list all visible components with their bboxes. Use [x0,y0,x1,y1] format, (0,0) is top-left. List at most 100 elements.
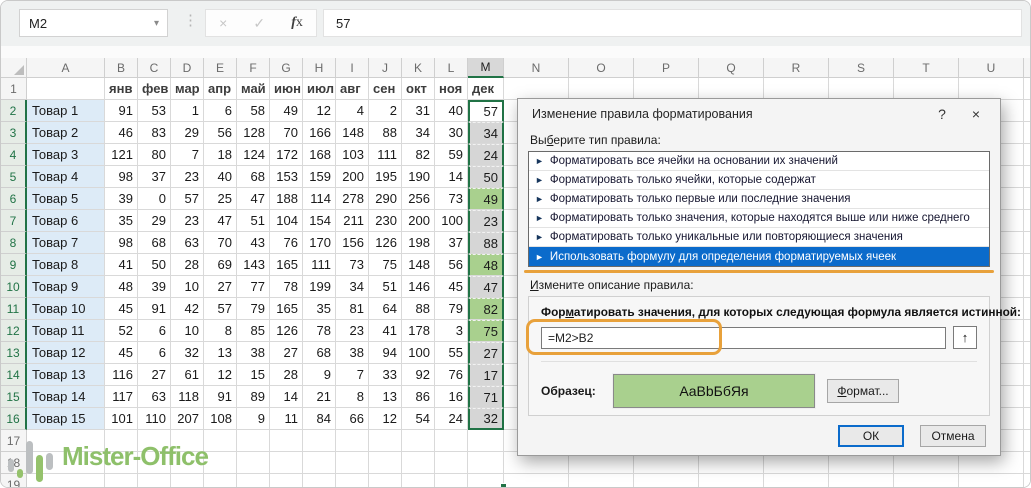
cell-Q1[interactable] [699,78,764,100]
cell-J17[interactable] [369,430,402,452]
cell-M8[interactable]: 88 [468,232,504,254]
cell-E2[interactable]: 6 [204,100,237,122]
cell-C1[interactable]: фев [138,78,171,100]
cell-M11[interactable]: 82 [468,298,504,320]
cell-D13[interactable]: 32 [171,342,204,364]
cell-I17[interactable] [336,430,369,452]
column-header-M[interactable]: M [468,58,504,78]
cell-K12[interactable]: 178 [402,320,435,342]
cell-F11[interactable]: 79 [237,298,270,320]
cell-J7[interactable]: 230 [369,210,402,232]
cell-G19[interactable] [270,474,303,488]
cell-J10[interactable]: 51 [369,276,402,298]
cell-G7[interactable]: 104 [270,210,303,232]
cell-J8[interactable]: 126 [369,232,402,254]
cell-J12[interactable]: 41 [369,320,402,342]
cell-F4[interactable]: 124 [237,144,270,166]
cell-B1[interactable]: янв [105,78,138,100]
column-header-U[interactable]: U [959,58,1024,78]
rule-type-item[interactable]: ►Форматировать только ячейки, которые со… [529,171,989,190]
cell-L8[interactable]: 37 [435,232,468,254]
cell-A15[interactable]: Товар 14 [27,386,105,408]
cell-H18[interactable] [303,452,336,474]
cell-G4[interactable]: 172 [270,144,303,166]
cell-I11[interactable]: 81 [336,298,369,320]
cell-M16[interactable]: 32 [468,408,504,430]
row-header-6[interactable]: 6 [1,188,27,210]
cell-T1[interactable] [894,78,959,100]
cell-B7[interactable]: 35 [105,210,138,232]
cell-O19[interactable] [569,474,634,488]
help-icon[interactable]: ? [928,106,956,122]
cell-F14[interactable]: 15 [237,364,270,386]
cell-B3[interactable]: 46 [105,122,138,144]
cell-G18[interactable] [270,452,303,474]
cell-D10[interactable]: 10 [171,276,204,298]
cell-G1[interactable]: июн [270,78,303,100]
cell-G3[interactable]: 70 [270,122,303,144]
cell-K1[interactable]: окт [402,78,435,100]
cell-H3[interactable]: 166 [303,122,336,144]
name-box-dropdown-icon[interactable]: ▾ [154,18,167,29]
cell-K17[interactable] [402,430,435,452]
column-header-I[interactable]: I [336,58,369,78]
cell-D7[interactable]: 23 [171,210,204,232]
cell-F2[interactable]: 58 [237,100,270,122]
name-box[interactable]: M2 ▾ [19,9,168,37]
column-header-R[interactable]: R [764,58,829,78]
cell-B2[interactable]: 91 [105,100,138,122]
cell-M13[interactable]: 27 [468,342,504,364]
cell-C14[interactable]: 27 [138,364,171,386]
cell-K7[interactable]: 200 [402,210,435,232]
cell-H12[interactable]: 78 [303,320,336,342]
cell-N1[interactable] [504,78,569,100]
cell-D16[interactable]: 207 [171,408,204,430]
cell-L16[interactable]: 24 [435,408,468,430]
cell-C5[interactable]: 37 [138,166,171,188]
row-header-16[interactable]: 16 [1,408,27,430]
cell-L14[interactable]: 76 [435,364,468,386]
cell-B9[interactable]: 41 [105,254,138,276]
cell-D11[interactable]: 42 [171,298,204,320]
cell-F6[interactable]: 47 [237,188,270,210]
cell-I10[interactable]: 34 [336,276,369,298]
cell-E14[interactable]: 12 [204,364,237,386]
cell-K11[interactable]: 88 [402,298,435,320]
cell-C16[interactable]: 110 [138,408,171,430]
cell-M7[interactable]: 23 [468,210,504,232]
cell-L15[interactable]: 16 [435,386,468,408]
cell-G17[interactable] [270,430,303,452]
cell-J3[interactable]: 88 [369,122,402,144]
cell-R1[interactable] [764,78,829,100]
cell-F7[interactable]: 51 [237,210,270,232]
cell-C13[interactable]: 6 [138,342,171,364]
cell-G11[interactable]: 165 [270,298,303,320]
column-header-L[interactable]: L [435,58,468,78]
cell-L1[interactable]: ноя [435,78,468,100]
cell-K4[interactable]: 82 [402,144,435,166]
cell-C8[interactable]: 68 [138,232,171,254]
cell-H11[interactable]: 35 [303,298,336,320]
cancel-button[interactable]: Отмена [920,425,986,447]
cell-H2[interactable]: 12 [303,100,336,122]
column-header-C[interactable]: C [138,58,171,78]
cell-J15[interactable]: 13 [369,386,402,408]
cell-F18[interactable] [237,452,270,474]
cell-Q19[interactable] [699,474,764,488]
cell-L9[interactable]: 56 [435,254,468,276]
cell-E9[interactable]: 69 [204,254,237,276]
rule-type-item[interactable]: ►Форматировать все ячейки на основании и… [529,152,989,171]
cell-H17[interactable] [303,430,336,452]
cancel-entry-icon[interactable]: × [219,15,227,31]
cell-J11[interactable]: 64 [369,298,402,320]
cell-K6[interactable]: 256 [402,188,435,210]
cell-F3[interactable]: 128 [237,122,270,144]
cell-E8[interactable]: 70 [204,232,237,254]
confirm-entry-icon[interactable]: ✓ [253,15,265,32]
cell-G13[interactable]: 27 [270,342,303,364]
cell-B4[interactable]: 121 [105,144,138,166]
cell-M2[interactable]: 57 [468,100,504,122]
cell-E12[interactable]: 8 [204,320,237,342]
cell-A16[interactable]: Товар 15 [27,408,105,430]
row-header-11[interactable]: 11 [1,298,27,320]
